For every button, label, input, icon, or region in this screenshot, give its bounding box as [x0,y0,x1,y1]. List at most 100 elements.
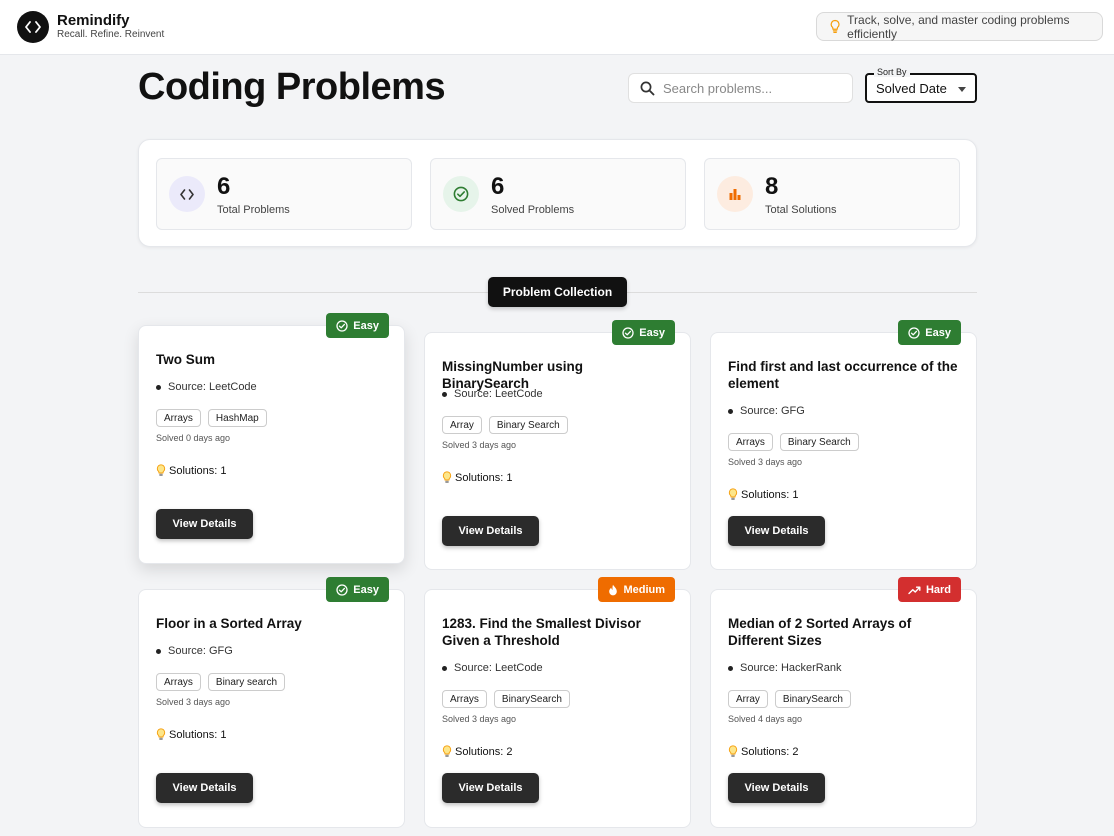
difficulty-badge: Hard [897,577,961,602]
sort-select[interactable]: Sort By Solved Date [865,67,977,103]
stat-total-problems: 6 Total Problems [156,158,412,230]
code-icon [169,176,205,212]
tag-chip[interactable]: Array [728,690,768,708]
view-details-button[interactable]: View Details [728,773,825,803]
view-details-button[interactable]: View Details [442,773,539,803]
tag-chip[interactable]: BinarySearch [774,690,851,708]
chevron-down-icon [958,87,966,92]
difficulty-badge: Easy [612,320,675,345]
sort-label: Sort By [874,67,910,77]
difficulty-label: Easy [639,326,665,339]
tag-chip[interactable]: Arrays [728,433,773,451]
card-body: Source: GFG Arrays Binary search Solved … [156,645,396,803]
solutions-count: Solutions: 1 [156,464,396,477]
problem-card[interactable]: Easy MissingNumber using BinarySearch So… [424,320,691,570]
bullet-icon [442,391,447,397]
tag-list: Arrays HashMap [156,409,396,427]
problem-title: Median of 2 Sorted Arrays of Different S… [728,616,912,648]
problem-source: Source: LeetCode [442,388,682,400]
difficulty-badge: Easy [326,313,389,338]
tag-chip[interactable]: Binary Search [779,433,859,451]
card-body: Source: LeetCode Arrays HashMap Solved 0… [156,381,396,539]
app-tagline: Recall. Refine. Reinvent [57,29,165,40]
problem-source: Source: HackerRank [728,662,968,674]
problem-card[interactable]: Easy Floor in a Sorted Array Source: GFG… [138,577,405,828]
problem-source: Source: LeetCode [442,662,682,674]
tag-chip[interactable]: Arrays [156,673,201,691]
problem-source: Source: LeetCode [156,381,396,393]
tag-list: Arrays BinarySearch [442,690,682,708]
problem-title: Two Sum [156,352,215,367]
solutions-count: Solutions: 1 [156,728,396,741]
tag-chip[interactable]: Arrays [442,690,487,708]
view-details-button[interactable]: View Details [728,516,825,546]
solutions-count: Solutions: 2 [728,745,968,758]
tag-list: Array Binary Search [442,416,682,434]
source-text: Source: HackerRank [740,662,842,674]
source-text: Source: LeetCode [454,662,543,674]
solved-date: Solved 3 days ago [156,697,231,707]
problem-card[interactable]: Easy Find first and last occurrence of t… [710,320,977,570]
view-details-button[interactable]: View Details [442,516,539,546]
stat-value: 6 [491,173,505,200]
check-circle-icon [336,319,348,332]
problem-title: Floor in a Sorted Array [156,616,302,631]
stat-value: 6 [217,173,231,200]
problem-source: Source: GFG [728,405,968,417]
search-box[interactable] [628,73,853,103]
lightbulb-icon [830,19,840,34]
card-body: Source: GFG Arrays Binary Search Solved … [728,405,968,546]
problem-card[interactable]: Medium 1283. Find the Smallest Divisor G… [424,577,691,828]
stat-label: Total Solutions [765,204,837,216]
tag-chip[interactable]: Binary Search [488,416,568,434]
solutions-text: Solutions: 2 [741,745,799,758]
bar-chart-icon [717,176,753,212]
source-text: Source: LeetCode [168,381,257,393]
bullet-icon [156,648,161,654]
solved-date: Solved 3 days ago [728,457,803,467]
solutions-count: Solutions: 2 [442,745,682,758]
view-details-button[interactable]: View Details [156,509,253,539]
lightbulb-icon [156,464,166,476]
check-circle-icon [622,326,634,339]
difficulty-label: Easy [925,326,951,339]
lightbulb-icon [728,488,738,500]
tag-chip[interactable]: HashMap [207,409,267,427]
app-logo[interactable] [17,11,49,43]
flame-icon [609,584,618,595]
lightbulb-icon [156,728,166,740]
bullet-icon [156,384,161,390]
solved-date: Solved 4 days ago [728,714,803,724]
check-circle-icon [336,583,348,596]
problem-card[interactable]: Hard Median of 2 Sorted Arrays of Differ… [710,577,977,828]
problem-title: 1283. Find the Smallest Divisor Given a … [442,616,641,648]
problem-card[interactable]: Easy Two Sum Source: LeetCode Arrays Has… [138,313,405,564]
difficulty-label: Medium [623,583,665,596]
problem-source: Source: GFG [156,645,396,657]
tip-text: Track, solve, and master coding problems… [847,12,1070,41]
problem-title: Find first and last occurrence of the el… [728,359,958,391]
difficulty-badge: Easy [898,320,961,345]
stat-label: Solved Problems [491,204,575,216]
stat-value: 8 [765,173,779,200]
solutions-text: Solutions: 1 [741,488,799,501]
tag-chip[interactable]: BinarySearch [493,690,570,708]
view-details-button[interactable]: View Details [156,773,253,803]
solutions-text: Solutions: 1 [169,728,227,741]
tag-chip[interactable]: Binary search [207,673,286,691]
tag-chip[interactable]: Array [442,416,482,434]
source-text: Source: GFG [168,645,233,657]
top-bar: Remindify Recall. Refine. Reinvent Track… [0,0,1114,55]
app-name[interactable]: Remindify [57,12,130,29]
card-body: Source: HackerRank Array BinarySearch So… [728,662,968,803]
difficulty-label: Hard [925,583,951,596]
solutions-text: Solutions: 1 [455,471,513,484]
solutions-text: Solutions: 1 [169,464,227,477]
tag-chip[interactable]: Arrays [156,409,201,427]
card-body: Source: LeetCode Arrays BinarySearch Sol… [442,662,682,803]
difficulty-label: Easy [353,583,379,596]
trending-up-icon [908,586,921,594]
solutions-count: Solutions: 1 [728,488,968,501]
search-input[interactable] [663,80,843,96]
problem-collection-button[interactable]: Problem Collection [488,277,627,307]
